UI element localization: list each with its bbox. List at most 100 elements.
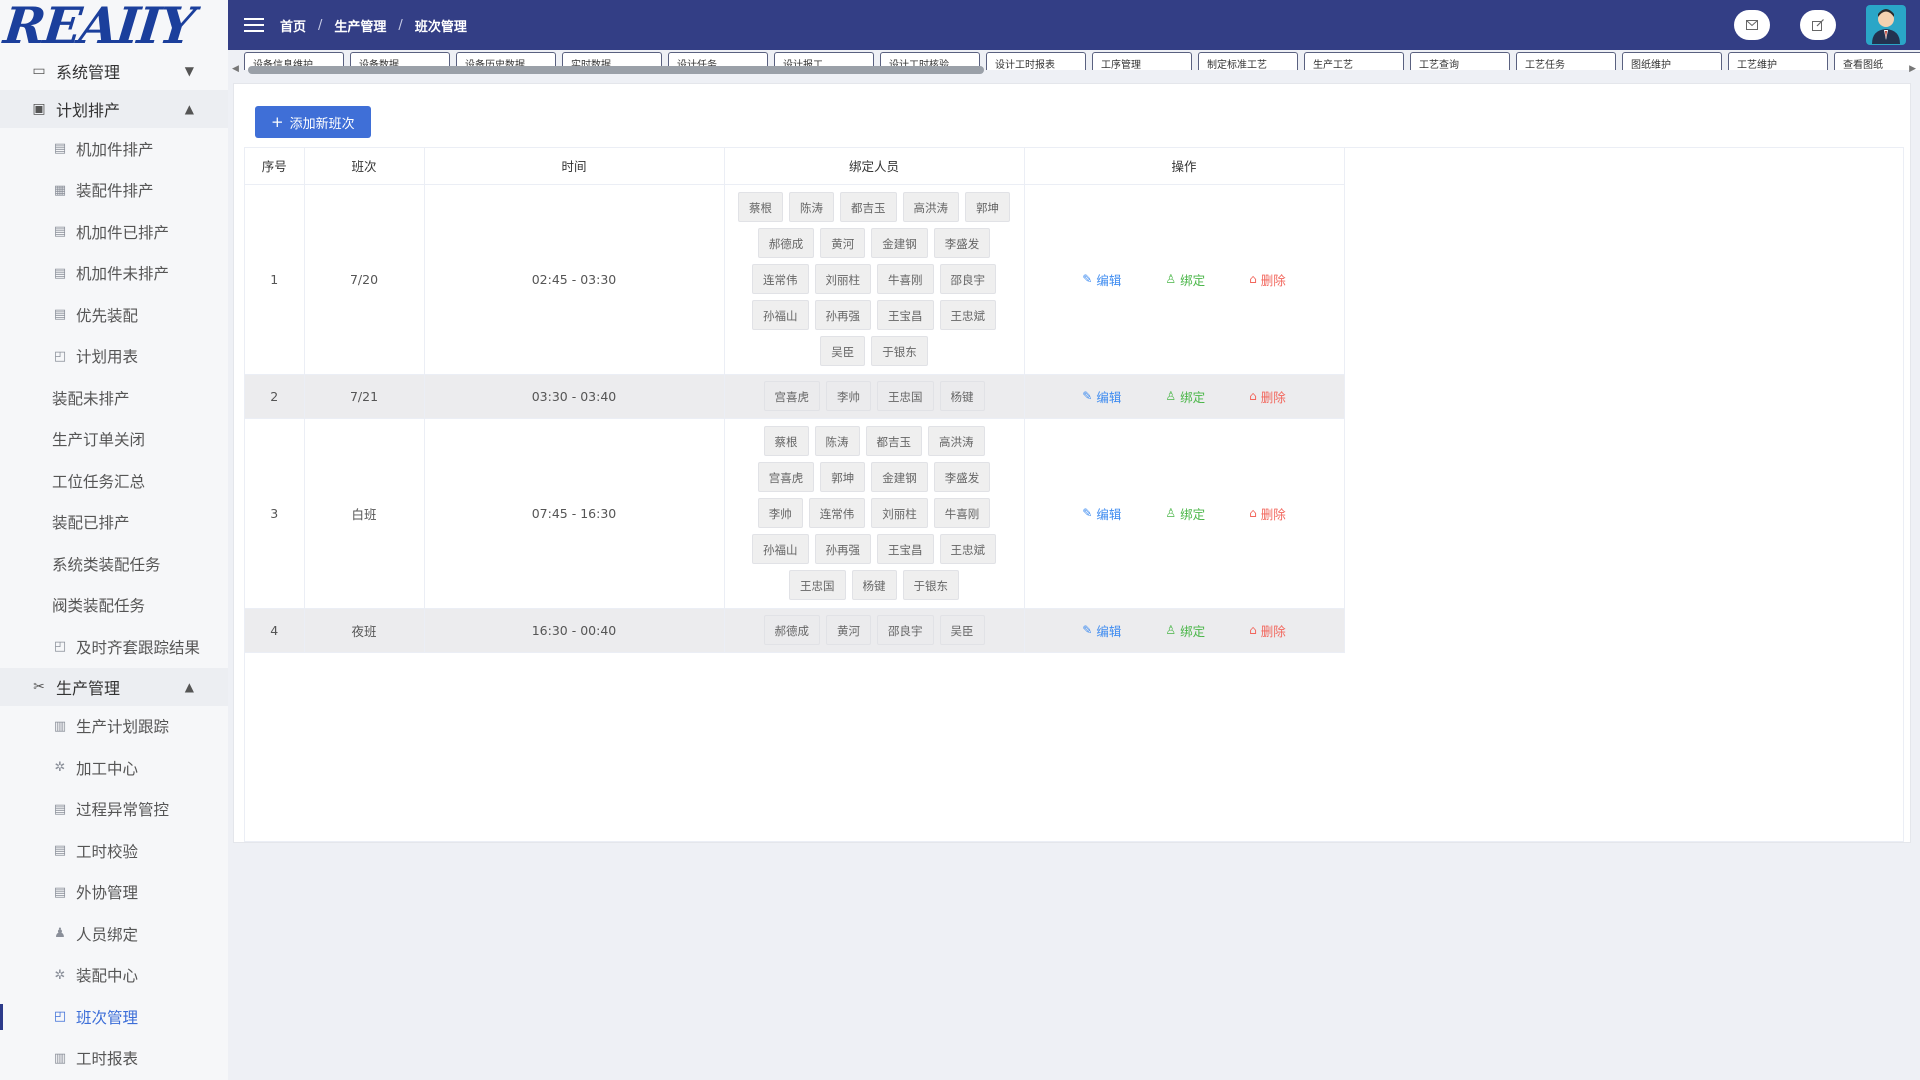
pencil-icon: ✎ [1082, 623, 1093, 637]
sidebar-item[interactable]: ▥ 工时报表 [0, 1038, 228, 1080]
cell-index: 3 [245, 418, 305, 609]
column-header-time: 时间 [424, 148, 725, 185]
delete-button[interactable]: ⌂ 删除 [1249, 621, 1286, 640]
sidebar-item-label: 生产订单关闭 [52, 431, 146, 450]
collapse-arrow-icon[interactable]: ▲ [185, 680, 194, 694]
edit-button-label: 编辑 [1096, 389, 1122, 405]
sidebar-item-label: 机加件未排产 [76, 265, 170, 284]
doc-icon: ▤ [53, 307, 67, 323]
edit-button-label: 编辑 [1096, 506, 1122, 522]
person-tag: 郝德成 [757, 228, 815, 258]
sidebar-item[interactable]: ▤ 工时校验 [0, 830, 228, 872]
logo: REAIIY [0, 0, 228, 55]
sidebar-item[interactable]: ✲ 装配中心 [0, 955, 228, 997]
sidebar-item[interactable]: 工位任务汇总 [0, 460, 228, 502]
sidebar-item[interactable]: ▥ 生产计划跟踪 [0, 706, 228, 748]
edit-icon[interactable] [1800, 10, 1836, 40]
tab[interactable]: 工艺任务 [1516, 52, 1616, 70]
edit-button[interactable]: ✎ 编辑 [1082, 270, 1121, 289]
sidebar-item[interactable]: ▤ 外协管理 [0, 872, 228, 914]
person-tag: 于银东 [902, 570, 959, 600]
bind-button[interactable]: ♙ 绑定 [1165, 504, 1205, 523]
sidebar-item[interactable]: ▤ 机加件未排产 [0, 253, 228, 295]
cell-time: 03:30 - 03:40 [424, 374, 725, 419]
expand-arrow-icon[interactable]: ▼ [185, 64, 194, 78]
person-tag: 李盛发 [933, 462, 991, 492]
person-tag: 孙福山 [752, 534, 809, 564]
tab[interactable]: 工艺查询 [1410, 52, 1510, 70]
bind-button[interactable]: ♙ 绑定 [1165, 387, 1205, 406]
sidebar-item[interactable]: ▤ 优先装配 [0, 294, 228, 336]
sidebar-item[interactable]: 装配未排产 [0, 377, 228, 419]
cell-time: 16:30 - 00:40 [424, 608, 725, 653]
tabs-scroll-right-icon[interactable]: ▶ [1909, 64, 1916, 74]
sidebar-item-label: 系统类装配任务 [52, 555, 161, 574]
sidebar-item[interactable]: ♟ 人员绑定 [0, 913, 228, 955]
sidebar-item[interactable]: 阀类装配任务 [0, 585, 228, 627]
edit-button[interactable]: ✎ 编辑 [1082, 504, 1121, 523]
sidebar-item[interactable]: ▤ 过程异常管控 [0, 789, 228, 831]
person-tag: 孙再强 [814, 300, 871, 330]
sidebar-item-label: 阀类装配任务 [52, 597, 146, 616]
tabs-scroll-left-icon[interactable]: ◀ [232, 64, 239, 74]
tab[interactable]: 制定标准工艺 [1198, 52, 1298, 70]
person-tag: 都吉玉 [865, 426, 922, 456]
person-tag: 邵良宇 [877, 615, 934, 645]
sidebar-item[interactable]: ◰ 班次管理 [0, 996, 228, 1038]
shift-table: 序号 班次 时间 绑定人员 操作 1 7/20 02:45 - 03:30 蔡根 陈涛都… [245, 148, 1345, 653]
cell-time: 07:45 - 16:30 [424, 418, 725, 609]
person-tag: 杨键 [851, 570, 897, 600]
sidebar-item[interactable]: ▦ 装配件排产 [0, 170, 228, 212]
gear-icon: ✲ [54, 760, 66, 776]
edit-button[interactable]: ✎ 编辑 [1082, 387, 1121, 406]
user-icon: ♙ [1165, 623, 1177, 637]
column-header-shift: 班次 [304, 148, 425, 185]
sidebar-item[interactable]: ▤ 机加件排产 [0, 128, 228, 170]
tab[interactable]: 查看图纸 [1834, 52, 1920, 70]
hamburger-icon[interactable] [244, 18, 264, 32]
edit-button[interactable]: ✎ 编辑 [1082, 621, 1121, 640]
sidebar-group-0[interactable]: ▭ 系统管理 ▼ [0, 52, 228, 90]
avatar[interactable] [1866, 5, 1906, 45]
tab[interactable]: 设计工时报表 [986, 52, 1086, 70]
trash-icon: ⌂ [1249, 506, 1257, 520]
cell-shift: 7/20 [304, 184, 425, 375]
user-icon: ♙ [1165, 272, 1177, 286]
tabs-scrollbar[interactable] [248, 66, 984, 74]
person-tag: 高洪涛 [928, 426, 985, 456]
sidebar-item[interactable]: ▤ 机加件已排产 [0, 211, 228, 253]
tab[interactable]: 工序管理 [1092, 52, 1192, 70]
breadcrumb-home[interactable]: 首页 [280, 16, 306, 35]
add-shift-button[interactable]: + 添加新班次 [255, 106, 371, 138]
sidebar-group-label: 生产管理 [56, 678, 121, 698]
bind-button[interactable]: ♙ 绑定 [1165, 270, 1205, 289]
gear-icon: ✲ [54, 967, 66, 983]
sidebar-item-label: 班次管理 [76, 1008, 139, 1027]
doc-icon: ▤ [53, 884, 67, 900]
sidebar-item[interactable]: 装配已排产 [0, 502, 228, 544]
delete-button[interactable]: ⌂ 删除 [1249, 504, 1286, 523]
sidebar-item[interactable]: ✲ 加工中心 [0, 747, 228, 789]
logo-text: REAIIY [0, 0, 197, 55]
sidebar-item[interactable]: ◰ 计划用表 [0, 336, 228, 378]
cell-index: 1 [245, 184, 305, 375]
delete-button[interactable]: ⌂ 删除 [1249, 270, 1286, 289]
sidebar-group-2[interactable]: ✂ 生产管理 ▲ [0, 667, 228, 706]
person-tag: 连常伟 [808, 498, 866, 528]
sidebar-item-label: 工位任务汇总 [52, 472, 146, 491]
sidebar-group-1[interactable]: ▣ 计划排产 ▲ [0, 90, 228, 128]
calendar-icon: ▦ [53, 182, 67, 198]
tab[interactable]: 图纸维护 [1622, 52, 1722, 70]
tab[interactable]: 生产工艺 [1304, 52, 1404, 70]
column-header-actions: 操作 [1024, 148, 1345, 185]
sidebar-item[interactable]: 生产订单关闭 [0, 419, 228, 461]
delete-button[interactable]: ⌂ 删除 [1249, 387, 1286, 406]
breadcrumb-production[interactable]: 生产管理 [334, 16, 386, 35]
bind-button[interactable]: ♙ 绑定 [1165, 621, 1205, 640]
mail-icon[interactable] [1734, 10, 1770, 40]
user-icon: ♙ [1165, 389, 1177, 403]
collapse-arrow-icon[interactable]: ▲ [185, 102, 194, 116]
sidebar-item[interactable]: 系统类装配任务 [0, 543, 228, 585]
sidebar-item[interactable]: ◰ 及时齐套跟踪结果 [0, 626, 228, 668]
tab[interactable]: 工艺维护 [1728, 52, 1828, 70]
